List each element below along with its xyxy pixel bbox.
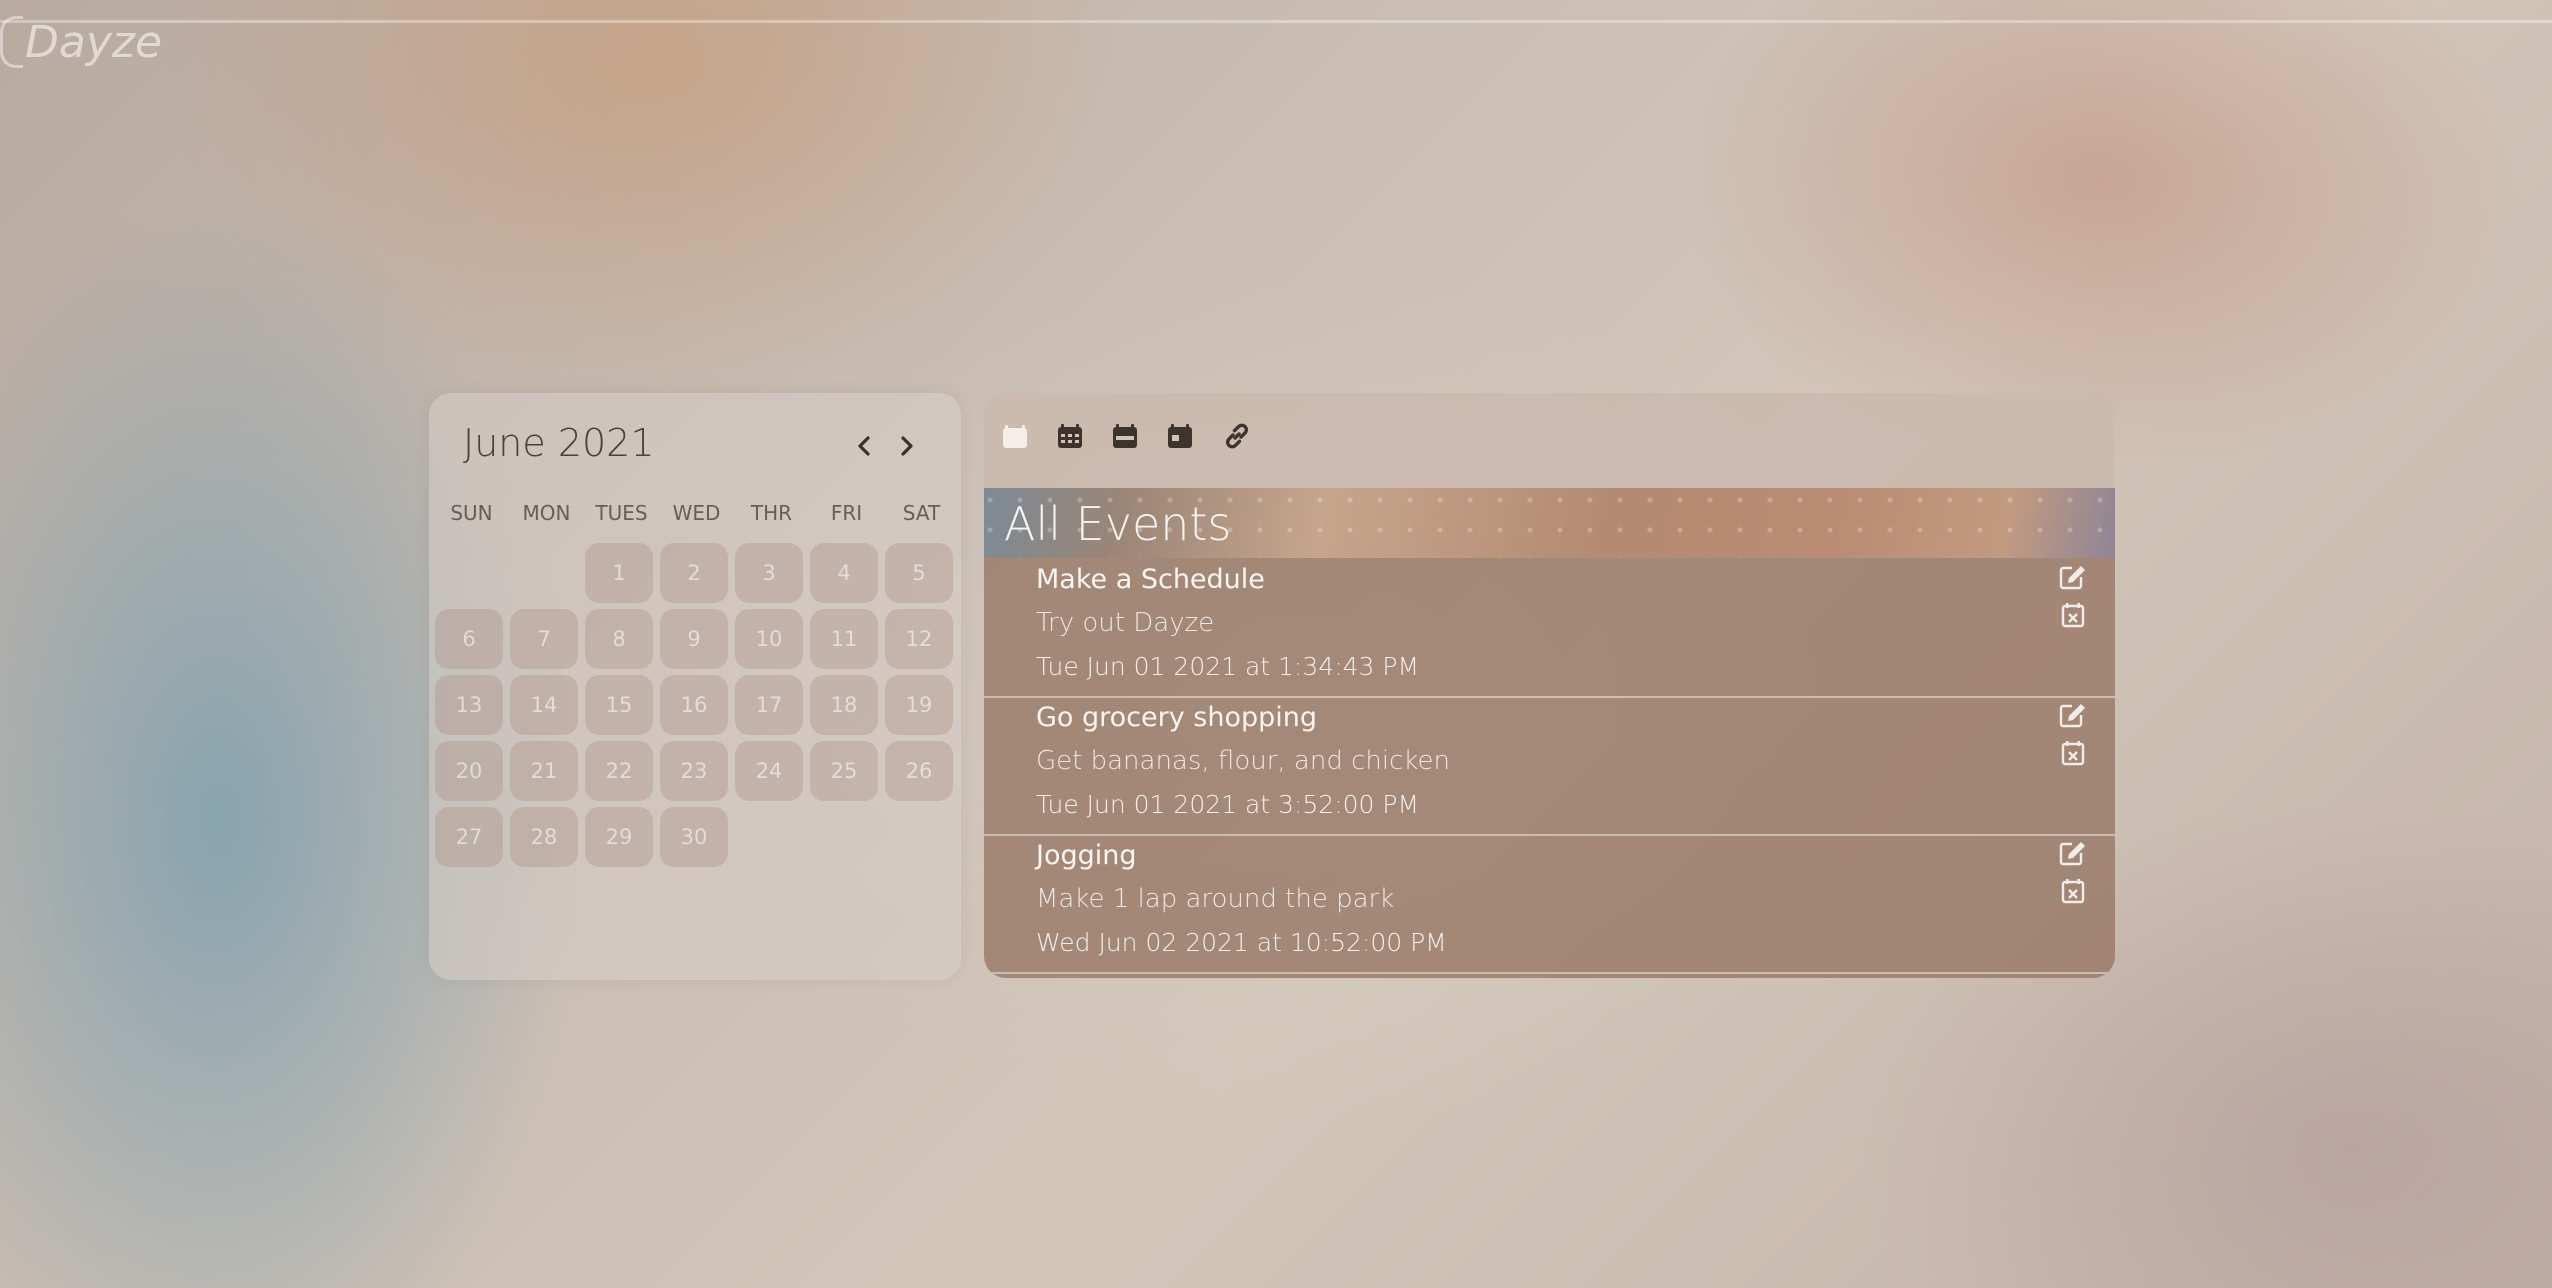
brand-name: Dayze [25,16,163,68]
calendar-day[interactable]: 12 [885,609,953,669]
calendar-day[interactable]: 29 [585,807,653,867]
calendar-card: June 2021 SUN MON TUES WED THR FRI SAT 1… [429,393,961,980]
today-view-button[interactable] [1163,419,1197,453]
week-view-button[interactable] [1108,419,1142,453]
calendar-x-icon [2061,879,2085,904]
calendar-day[interactable]: 19 [885,675,953,735]
event-title: Jogging [1036,840,1137,871]
calendar-day[interactable]: 28 [510,807,578,867]
calendar-month-icon [1058,424,1082,448]
weekday-header: SUN MON TUES WED THR FRI SAT [434,501,959,525]
brand-bracket [0,16,23,68]
month-view-button[interactable] [1053,419,1087,453]
calendar-day[interactable]: 30 [660,807,728,867]
edit-icon [2059,566,2085,590]
weekday-label: TUES [595,501,648,525]
calendar-day[interactable]: 27 [435,807,503,867]
link-icon [1225,423,1249,449]
event-item[interactable]: Go grocery shopping Get bananas, flour, … [984,696,2115,836]
calendar-x-icon [2061,603,2085,628]
calendar-today-icon [1168,424,1192,448]
calendar-day[interactable]: 25 [810,741,878,801]
delete-event-button[interactable] [2058,600,2088,630]
calendar-x-icon [2061,741,2085,766]
edit-event-button[interactable] [2058,562,2088,592]
calendar-day[interactable]: 22 [585,741,653,801]
calendar-day-empty [810,807,878,867]
brand-logo[interactable]: Dayze [0,16,162,68]
calendar-day-empty [735,807,803,867]
calendar-day[interactable]: 6 [435,609,503,669]
calendar-day-icon [1003,425,1027,448]
chevron-left-icon [858,436,870,456]
calendar-day-empty [885,807,953,867]
delete-event-button[interactable] [2058,738,2088,768]
calendar-day[interactable]: 1 [585,543,653,603]
calendar-day[interactable]: 4 [810,543,878,603]
calendar-day[interactable]: 9 [660,609,728,669]
weekday-label: FRI [830,501,863,525]
day-view-button[interactable] [998,419,1032,453]
calendar-day[interactable]: 11 [810,609,878,669]
calendar-day[interactable]: 5 [885,543,953,603]
calendar-day[interactable]: 24 [735,741,803,801]
calendar-day[interactable]: 3 [735,543,803,603]
event-time: Wed Jun 02 2021 at 10:52:00 PM [1036,928,1447,957]
calendar-day[interactable]: 21 [510,741,578,801]
calendar-week-icon [1113,424,1137,448]
prev-month-button[interactable] [847,429,881,463]
chevron-right-icon [901,436,913,456]
calendar-day[interactable]: 23 [660,741,728,801]
delete-event-button[interactable] [2058,876,2088,906]
event-description: Get bananas, flour, and chicken [1036,746,1450,776]
top-divider [0,20,2552,23]
calendar-day[interactable]: 26 [885,741,953,801]
weekday-label: WED [672,501,721,525]
weekday-label: MON [522,501,571,525]
edit-event-button[interactable] [2058,700,2088,730]
next-month-button[interactable] [890,429,924,463]
event-description: Try out Dayze [1036,608,1215,638]
weekday-label: SUN [450,501,493,525]
calendar-day[interactable]: 18 [810,675,878,735]
calendar-day[interactable]: 15 [585,675,653,735]
calendar-day-empty [510,543,578,603]
view-toolbar [984,393,2115,488]
calendar-day[interactable]: 8 [585,609,653,669]
event-title: Go grocery shopping [1036,702,1318,733]
event-time: Tue Jun 01 2021 at 1:34:43 PM [1036,652,1420,681]
calendar-day-empty [435,543,503,603]
edit-icon [2059,842,2085,866]
event-item[interactable]: Jogging Make 1 lap around the park Wed J… [984,834,2115,974]
calendar-day[interactable]: 14 [510,675,578,735]
event-description: Make 1 lap around the park [1036,884,1395,914]
event-time: Tue Jun 01 2021 at 3:52:00 PM [1036,790,1420,819]
calendar-day[interactable]: 2 [660,543,728,603]
calendar-day[interactable]: 13 [435,675,503,735]
calendar-days-grid: 1 2 3 4 5 6 7 8 9 10 11 12 13 14 15 16 17 18 19 20 21 22 23 24 2… [435,540,960,870]
weekday-label: SAT [902,501,941,525]
event-title: Make a Schedule [1036,564,1265,595]
events-panel: All Events Make a Schedule Try out Dayze… [984,393,2115,978]
calendar-day[interactable]: 7 [510,609,578,669]
calendar-day[interactable]: 16 [660,675,728,735]
calendar-day[interactable]: 17 [735,675,803,735]
calendar-month-label: June 2021 [463,421,655,465]
edit-event-button[interactable] [2058,838,2088,868]
calendar-day[interactable]: 10 [735,609,803,669]
weekday-label: THR [750,501,793,525]
events-title: All Events [1004,497,1232,551]
event-item[interactable]: Make a Schedule Try out Dayze Tue Jun 01… [984,558,2115,698]
calendar-day[interactable]: 20 [435,741,503,801]
share-link-button[interactable] [1220,419,1254,453]
edit-icon [2059,704,2085,728]
